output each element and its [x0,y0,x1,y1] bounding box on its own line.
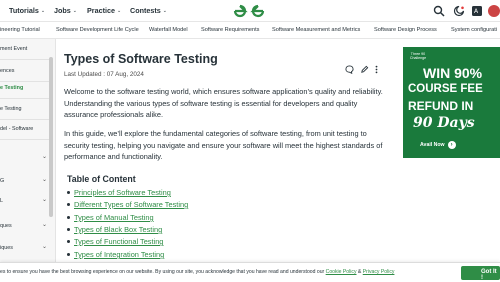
subnav-item[interactable]: Software Development Life Cycle [56,27,139,33]
subnav-item[interactable]: Software Design Process [374,27,437,33]
cookie-text: es to ensure you have the best browsing … [0,269,394,275]
nav-tutorials-label: Tutorials [9,6,39,15]
toc-link[interactable]: Types of Integration Testing [74,250,164,259]
translate-icon[interactable]: A [471,5,483,17]
bullet-icon [67,240,70,243]
cookie-banner: es to ensure you have the best browsing … [0,262,500,282]
chevron-down-icon[interactable]: ⌄ [42,196,47,203]
cookie-policy-link[interactable]: Cookie Policy [326,269,357,275]
arrow-right-icon: › [447,141,456,149]
toc-item: Types of Manual Testing [67,213,154,222]
bullet-icon [67,203,70,206]
chevron-down-icon[interactable]: ⌄ [42,153,47,160]
chevron-down-icon[interactable]: ⌄ [42,221,47,228]
ad-headline: COURSE FEE [408,83,483,95]
ad-cta-button[interactable]: Avail Now › [420,141,456,149]
subnav-item[interactable]: Waterfall Model [149,27,188,33]
edit-icon[interactable] [360,65,369,74]
category-subnav: ineering Tutorial Software Development L… [0,22,500,39]
ad-cta-label: Avail Now [420,142,445,148]
accept-cookies-button[interactable]: Got It ! [461,266,500,281]
chevron-down-icon: ⌄ [40,7,46,14]
subnav-item[interactable]: ineering Tutorial [0,27,40,33]
page-title: Types of Software Testing [64,52,218,66]
toc-title: Table of Content [67,174,136,184]
chevron-down-icon: ⌄ [162,7,167,14]
chevron-down-icon: ⌄ [116,7,122,14]
divider [0,119,50,120]
ad-headline: REFUND IN [408,99,474,113]
subnav-item[interactable]: Software Measurement and Metrics [272,27,360,33]
gfg-logo[interactable] [232,3,266,19]
chevron-down-icon: ⌄ [72,7,77,14]
privacy-policy-link[interactable]: Privacy Policy [363,269,395,275]
nav-contests[interactable]: Contests ⌄ [130,6,167,15]
nav-contests-label: Contests [130,6,161,15]
toc-item: Types of Black Box Testing [67,225,162,234]
sidebar-item[interactable]: ences [0,68,50,74]
guide-paragraph: In this guide, we’ll explore the fundame… [64,129,383,161]
sidebar-scrollbar[interactable] [49,57,53,217]
bullet-icon [67,191,70,194]
nav-jobs[interactable]: Jobs ⌄ [54,6,77,15]
nav-jobs-label: Jobs [54,6,71,15]
comment-icon[interactable] [345,65,354,74]
nav-practice[interactable]: Practice ⌄ [87,6,121,15]
more-options-icon[interactable] [372,65,381,74]
sidebar-item[interactable]: e Testing [0,106,50,112]
last-updated: Last Updated : 07 Aug, 2024 [64,71,144,78]
ad-headline: WIN 90% [423,65,483,81]
bullet-icon [67,253,70,256]
toc-item: Types of Functional Testing [67,237,163,246]
divider [0,98,50,99]
toc-item: Types of Integration Testing [67,250,164,259]
divider [0,59,50,60]
toc-link[interactable]: Different Types of Software Testing [74,200,188,209]
subnav-item[interactable]: System configurati [451,27,497,33]
sidebar-item-active[interactable]: e Testing [0,85,50,91]
avatar-icon[interactable] [488,5,500,17]
bullet-icon [67,216,70,219]
sidebar: ment Event ences e Testing e Testing del… [0,39,56,265]
search-icon[interactable] [433,5,445,17]
nav-tutorials[interactable]: Tutorials ⌄ [9,6,45,15]
chevron-down-icon[interactable]: ⌄ [42,176,47,183]
intro-paragraph: Welcome to the software testing world, w… [64,87,383,119]
sidebar-item[interactable]: ment Event [0,46,50,52]
toc-link[interactable]: Types of Black Box Testing [74,225,162,234]
divider [0,81,50,82]
toc-item: Different Types of Software Testing [67,200,188,209]
theme-toggle-icon[interactable] [453,5,465,17]
toc-link[interactable]: Principles of Software Testing [74,188,171,197]
toc-link[interactable]: Types of Functional Testing [74,237,163,246]
cookie-message: es to ensure you have the best browsing … [0,269,326,275]
top-navbar: Tutorials ⌄ Jobs ⌄ Practice ⌄ Contests ⌄… [0,0,500,22]
ad-banner[interactable]: Three 90 Challenge WIN 90% COURSE FEE RE… [403,47,500,158]
sidebar-item[interactable]: del - Software [0,126,50,132]
toc-link[interactable]: Types of Manual Testing [74,213,154,222]
subnav-item[interactable]: Software Requirements [201,27,259,33]
nav-practice-label: Practice [87,6,115,15]
bullet-icon [67,228,70,231]
divider [0,139,50,140]
chevron-down-icon[interactable]: ⌄ [42,243,47,250]
ad-headline: 90 Days [413,115,475,131]
toc-item: Principles of Software Testing [67,188,171,197]
